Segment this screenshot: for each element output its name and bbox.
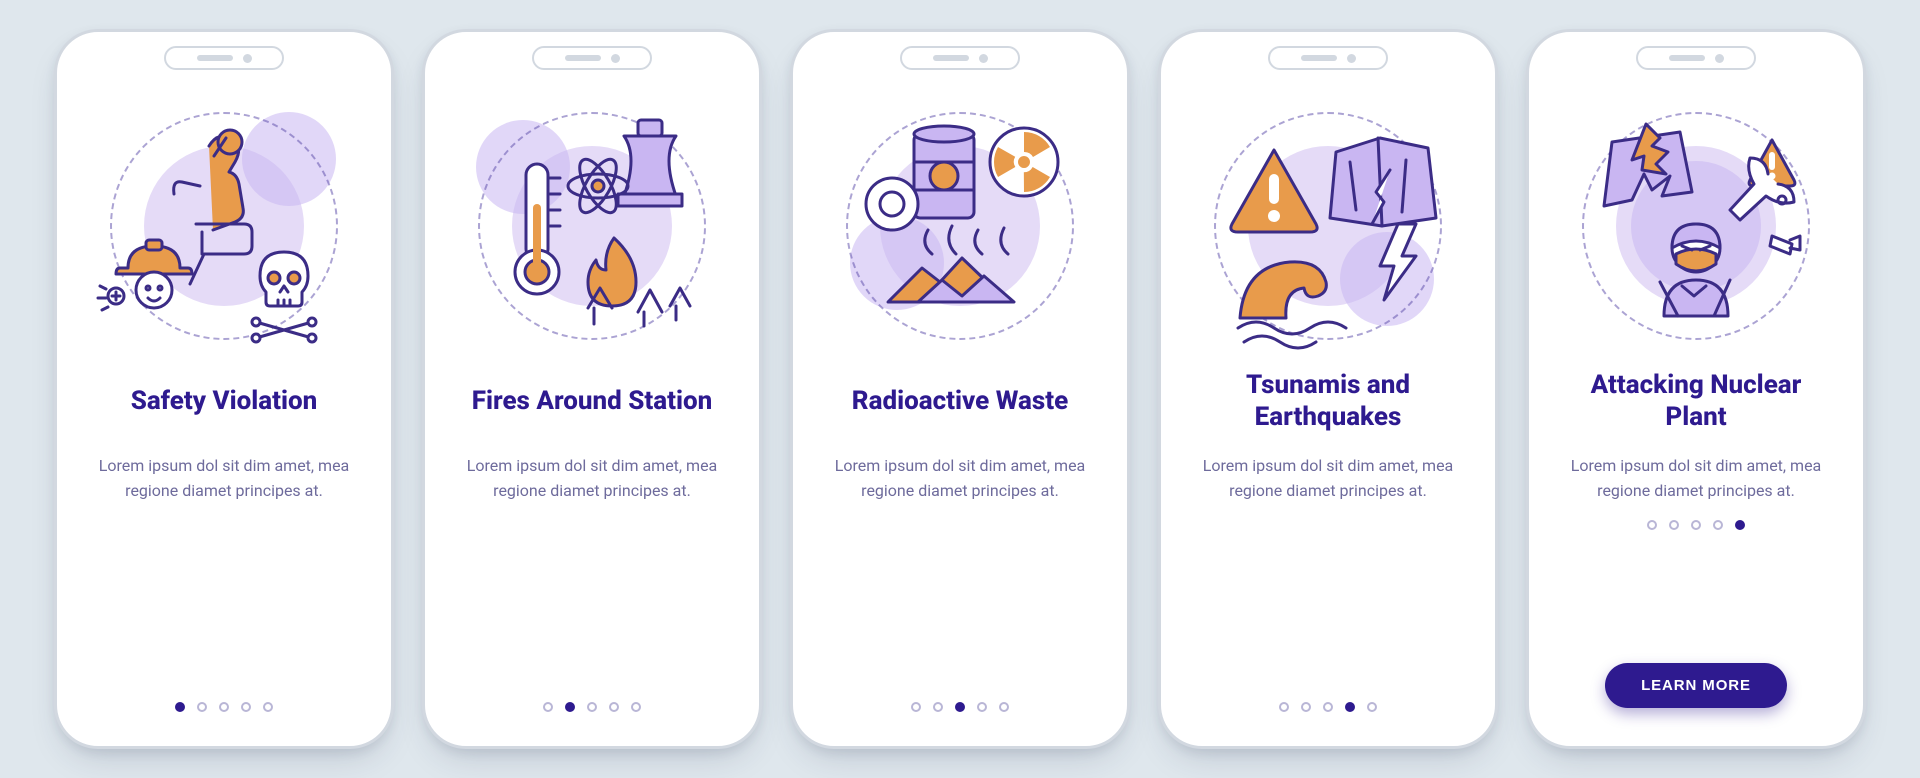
phone-notch (164, 46, 284, 70)
pagination-dot[interactable] (1713, 520, 1723, 530)
hardhat-worker-icon (98, 240, 192, 310)
card-attacking-nuclear-plant: Attacking Nuclear Plant Lorem ipsum dol … (1526, 29, 1866, 749)
pagination-dots (1279, 702, 1377, 712)
illustration-tsunami (1208, 106, 1448, 346)
pagination-dot[interactable] (175, 702, 185, 712)
pagination-dots (175, 702, 273, 712)
phone-notch (1636, 46, 1756, 70)
pagination-dots (543, 702, 641, 712)
pagination-dot[interactable] (631, 702, 641, 712)
radiation-symbol-icon (985, 128, 1058, 200)
thermometer-icon (515, 164, 560, 294)
pagination-dot[interactable] (197, 702, 207, 712)
card-description: Lorem ipsum dol sit dim amet, mea region… (85, 454, 363, 504)
card-description: Lorem ipsum dol sit dim amet, mea region… (1189, 454, 1467, 504)
pagination-dot[interactable] (241, 702, 251, 712)
pagination-dot[interactable] (1647, 520, 1657, 530)
pagination-dot[interactable] (1323, 702, 1333, 712)
pagination-dot[interactable] (543, 702, 553, 712)
bomb-icon (1770, 236, 1800, 254)
illustration-attack (1576, 106, 1816, 346)
card-safety-violation: Safety Violation Lorem ipsum dol sit dim… (54, 29, 394, 749)
card-fires-around-station: Fires Around Station Lorem ipsum dol sit… (422, 29, 762, 749)
pagination-dot[interactable] (565, 702, 575, 712)
pagination-dot[interactable] (1345, 702, 1355, 712)
pagination-dot[interactable] (1669, 520, 1679, 530)
phone-notch (1268, 46, 1388, 70)
illustration-fires (472, 106, 712, 346)
illustration-safety (104, 106, 344, 346)
lightning-icon (1380, 224, 1416, 300)
pagination-dot[interactable] (911, 702, 921, 712)
pagination-dot[interactable] (1279, 702, 1289, 712)
learn-more-button[interactable]: LEARN MORE (1605, 663, 1787, 708)
atom-icon (568, 154, 628, 218)
card-description: Lorem ipsum dol sit dim amet, mea region… (453, 454, 731, 504)
illustration-waste (840, 106, 1080, 346)
pagination-dot[interactable] (955, 702, 965, 712)
broken-structure-icon (1604, 124, 1692, 206)
onboarding-card-row: Safety Violation Lorem ipsum dol sit dim… (0, 0, 1920, 778)
pagination-dots (911, 702, 1009, 712)
circle-detail-icon (866, 178, 918, 230)
pagination-dot[interactable] (609, 702, 619, 712)
card-description: Lorem ipsum dol sit dim amet, mea region… (1557, 454, 1835, 504)
card-title: Radioactive Waste (846, 366, 1074, 436)
card-title: Tsunamis and Earthquakes (1189, 366, 1467, 436)
pagination-dot[interactable] (1367, 702, 1377, 712)
card-title: Attacking Nuclear Plant (1557, 366, 1835, 436)
card-tsunamis-earthquakes: Tsunamis and Earthquakes Lorem ipsum dol… (1158, 29, 1498, 749)
pagination-dot[interactable] (263, 702, 273, 712)
fumes-icon (925, 226, 1008, 254)
masked-attacker-icon (1660, 224, 1730, 316)
pagination-dot[interactable] (219, 702, 229, 712)
skull-crossbones-icon (252, 252, 316, 342)
pagination-dot[interactable] (999, 702, 1009, 712)
pagination-dot[interactable] (1691, 520, 1701, 530)
pagination-dot[interactable] (587, 702, 597, 712)
pagination-dot[interactable] (977, 702, 987, 712)
card-description: Lorem ipsum dol sit dim amet, mea region… (821, 454, 1099, 504)
cooling-tower-icon (618, 120, 682, 206)
phone-notch (532, 46, 652, 70)
warning-triangle-icon (1231, 150, 1317, 232)
pagination-dot[interactable] (933, 702, 943, 712)
pagination-dots (1647, 520, 1745, 530)
phone-notch (900, 46, 1020, 70)
pagination-dot[interactable] (1301, 702, 1311, 712)
card-title: Safety Violation (125, 366, 324, 436)
waste-pile-icon (888, 258, 1014, 302)
forest-fire-icon (588, 238, 690, 326)
relaxing-person-icon (174, 130, 252, 284)
pagination-dot[interactable] (1735, 520, 1745, 530)
wave-icon (1238, 262, 1346, 348)
cracked-building-icon (1330, 138, 1436, 226)
card-radioactive-waste: Radioactive Waste Lorem ipsum dol sit di… (790, 29, 1130, 749)
radioactive-barrel-icon (914, 126, 974, 218)
card-title: Fires Around Station (466, 366, 719, 436)
